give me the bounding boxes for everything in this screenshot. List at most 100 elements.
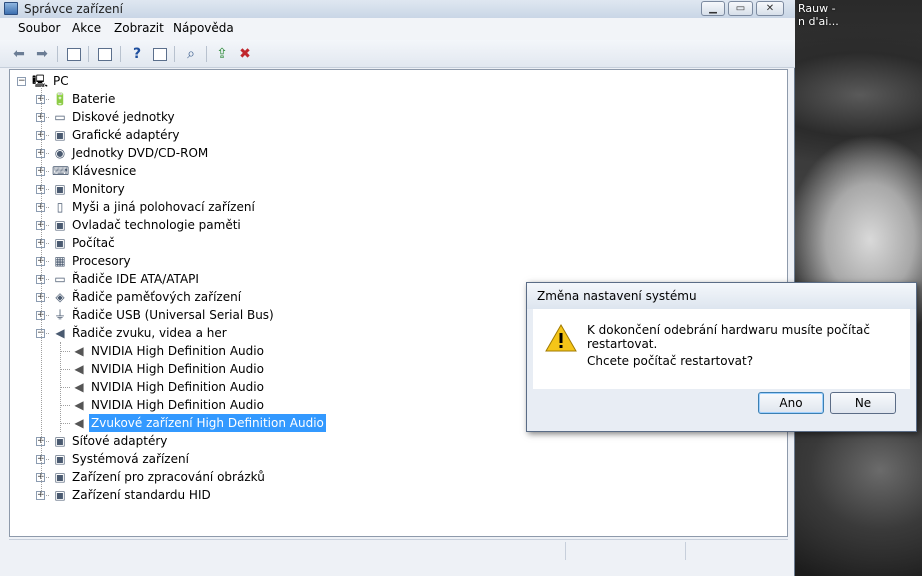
storage-controller-icon: ◈: [55, 290, 65, 304]
tree-view-icon[interactable]: [65, 45, 83, 63]
tree-category[interactable]: + 🔋 Baterie: [10, 90, 410, 108]
update-driver-icon[interactable]: ⇪: [213, 45, 231, 63]
tree-category-label: Ovladač technologie paměti: [72, 218, 241, 232]
yes-button[interactable]: Ano: [758, 392, 824, 414]
mouse-icon: ▯: [56, 200, 64, 214]
tree-category[interactable]: + ◈ Řadiče paměťových zařízení: [10, 288, 410, 306]
tree-device-label: NVIDIA High Definition Audio: [91, 362, 264, 376]
tree-category[interactable]: + ▦ Procesory: [10, 252, 410, 270]
monitor-icon: ▣: [54, 182, 66, 196]
minimize-button[interactable]: ▁: [701, 1, 725, 16]
properties-icon[interactable]: [96, 45, 114, 63]
close-button[interactable]: ✕: [756, 1, 784, 16]
tree-category[interactable]: + ◉ Jednotky DVD/CD-ROM: [10, 144, 410, 162]
speaker-icon: ◀: [74, 380, 84, 394]
warning-icon: [545, 323, 577, 352]
tree-category[interactable]: + ▭ Diskové jednotky: [10, 108, 410, 126]
tree-category[interactable]: + ▣ Systémová zařízení: [10, 450, 410, 468]
menu-napoveda[interactable]: Nápověda: [173, 21, 234, 35]
restart-dialog: Změna nastavení systému K dokončení odeb…: [526, 282, 917, 432]
tree-device[interactable]: ◀ NVIDIA High Definition Audio: [10, 396, 510, 414]
menu-akce[interactable]: Akce: [72, 21, 101, 35]
toolbar-separator: [88, 46, 89, 62]
network-adapter-icon: ▣: [54, 434, 66, 448]
tree-category[interactable]: + ▣ Síťové adaptéry: [10, 432, 410, 450]
tree-category[interactable]: + ▣ Počítač: [10, 234, 410, 252]
imaging-device-icon: ▣: [54, 470, 66, 484]
tree-category[interactable]: + ▣ Zařízení pro zpracování obrázků: [10, 468, 410, 486]
maximize-button[interactable]: ▭: [728, 1, 753, 16]
tree-category-label: Zařízení pro zpracování obrázků: [72, 470, 265, 484]
device-manager-icon: [4, 2, 18, 15]
back-arrow-icon[interactable]: ⬅: [10, 45, 28, 63]
dialog-title-bar[interactable]: Změna nastavení systému: [527, 283, 916, 309]
tree-device-label: NVIDIA High Definition Audio: [91, 398, 264, 412]
menu-zobrazit[interactable]: Zobrazit: [114, 21, 164, 35]
toolbar-separator: [206, 46, 207, 62]
menu-bar: Soubor Akce Zobrazit Nápověda: [0, 18, 795, 40]
tree-category[interactable]: + ▣ Grafické adaptéry: [10, 126, 410, 144]
detail-view-icon[interactable]: [151, 45, 169, 63]
title-bar[interactable]: Správce zařízení ▁ ▭ ✕: [0, 0, 795, 18]
tree-category-label: Počítač: [72, 236, 115, 250]
tree-category[interactable]: + ▣ Monitory: [10, 180, 410, 198]
tree-device[interactable]: ◀ NVIDIA High Definition Audio: [10, 378, 510, 396]
dialog-body: K dokončení odebrání hardwaru musíte poč…: [533, 309, 910, 389]
tree-device-label: NVIDIA High Definition Audio: [91, 380, 264, 394]
tree-category[interactable]: + ▣ Ovladač technologie paměti: [10, 216, 410, 234]
uninstall-device-icon[interactable]: ✖: [236, 45, 254, 63]
status-segment: [565, 542, 685, 560]
tree-category[interactable]: + ▭ Řadiče IDE ATA/ATAPI: [10, 270, 410, 288]
menu-soubor[interactable]: Soubor: [18, 21, 60, 35]
battery-icon: 🔋: [52, 92, 68, 106]
tree-device[interactable]: ◀ Zvukové zařízení High Definition Audio: [10, 414, 510, 432]
toolbar-separator: [120, 46, 121, 62]
tree-category-label: Systémová zařízení: [72, 452, 189, 466]
processor-icon: ▦: [54, 254, 66, 268]
tree-category[interactable]: + ▣ Zařízení standardu HID: [10, 486, 410, 504]
tree-device[interactable]: ◀ NVIDIA High Definition Audio: [10, 342, 510, 360]
tree-root[interactable]: − 🖳 PC: [10, 72, 310, 90]
tree-category-label: Myši a jiná polohovací zařízení: [72, 200, 255, 214]
tree-category-label: Řadiče paměťových zařízení: [72, 290, 242, 304]
tree-category[interactable]: + ⌨ Klávesnice: [10, 162, 410, 180]
dvd-drive-icon: ◉: [54, 146, 66, 160]
tree-connector: [60, 387, 70, 388]
speaker-icon: ◀: [74, 398, 84, 412]
tree-category-label: Síťové adaptéry: [72, 434, 168, 448]
tree-device-label: NVIDIA High Definition Audio: [91, 344, 264, 358]
tree-category-label: Procesory: [72, 254, 131, 268]
tree-category-label: Baterie: [72, 92, 116, 106]
desktop-text: Rauw - n d'ai...: [798, 2, 839, 28]
tree-category[interactable]: + ⏚ Řadiče USB (Universal Serial Bus): [10, 306, 410, 324]
tree-device[interactable]: ◀ NVIDIA High Definition Audio: [10, 360, 510, 378]
speaker-icon: ◀: [55, 326, 65, 340]
tree-connector: [60, 342, 61, 432]
status-segment: [685, 542, 786, 560]
toolbar-separator: [57, 46, 58, 62]
tree-connector: [60, 351, 70, 352]
help-icon[interactable]: ?: [128, 45, 146, 63]
tree-connector: [60, 405, 70, 406]
tree-category-label: Diskové jednotky: [72, 110, 175, 124]
tree-category-label: Grafické adaptéry: [72, 128, 180, 142]
keyboard-icon: ⌨: [52, 164, 70, 178]
usb-icon: ⏚: [53, 308, 66, 322]
tree-category-label: Jednotky DVD/CD-ROM: [72, 146, 209, 160]
tree-connector: [60, 369, 70, 370]
tree-category[interactable]: + ▯ Myši a jiná polohovací zařízení: [10, 198, 410, 216]
forward-arrow-icon[interactable]: ➡: [33, 45, 51, 63]
tree-category[interactable]: − ◀ Řadiče zvuku, videa a her: [10, 324, 410, 342]
tree-connector: [41, 86, 42, 495]
no-button[interactable]: Ne: [830, 392, 896, 414]
tree-category-label: Řadiče IDE ATA/ATAPI: [72, 272, 199, 286]
scan-hardware-icon[interactable]: ⌕: [182, 45, 200, 63]
tree-category-label: Klávesnice: [72, 164, 137, 178]
tree-category-label: Monitory: [72, 182, 125, 196]
system-device-icon: ▣: [54, 452, 66, 466]
speaker-icon: ◀: [74, 362, 84, 376]
memory-controller-icon: ▣: [54, 218, 66, 232]
speaker-icon: ◀: [74, 416, 84, 430]
collapse-toggle[interactable]: −: [17, 77, 26, 86]
status-bar: [9, 539, 788, 561]
